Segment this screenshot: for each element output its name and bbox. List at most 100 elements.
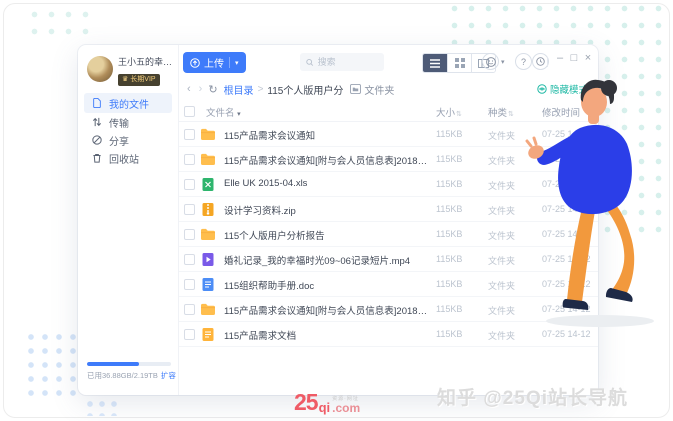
expand-storage-link[interactable]: 扩容	[161, 371, 176, 380]
back-button[interactable]: ‹	[183, 83, 195, 95]
help-icon: ?	[521, 57, 526, 67]
file-kind: 文件夹	[488, 129, 515, 142]
row-checkbox[interactable]	[184, 204, 195, 215]
sidebar: 王小五的幸福生活... ♛长期VIP 我的文件传输分享回收站 已用36.88GB…	[78, 45, 179, 395]
file-type-icon	[200, 127, 216, 142]
sidebar-item-label: 分享	[109, 133, 129, 148]
logo-25: 25	[294, 391, 318, 414]
file-type-icon	[200, 302, 216, 317]
sidebar-item-label: 传输	[109, 115, 129, 130]
minimize-button[interactable]: –	[553, 52, 567, 64]
file-type-icon	[200, 252, 216, 267]
row-checkbox[interactable]	[184, 329, 195, 340]
kind-sort-icon: ⇅	[508, 111, 514, 118]
file-name[interactable]: 设计学习资料.zip	[224, 203, 296, 217]
file-name[interactable]: 115产品需求会议通知[附与会人员信息表]2018.19.15	[224, 153, 429, 167]
column-header-name[interactable]: 文件名 ▾	[206, 105, 241, 119]
dot-pattern-bottom-left	[24, 330, 82, 396]
file-name[interactable]: 婚礼记录_我的幸福时光09~06记录短片.mp4	[224, 253, 410, 267]
sidebar-item-label: 回收站	[109, 151, 139, 166]
row-checkbox[interactable]	[184, 154, 195, 165]
app-window: 王小五的幸福生活... ♛长期VIP 我的文件传输分享回收站 已用36.88GB…	[78, 45, 598, 395]
crown-icon: ♛	[122, 75, 128, 85]
select-all-checkbox[interactable]	[184, 106, 195, 117]
help-button[interactable]: ?	[515, 53, 532, 70]
row-checkbox[interactable]	[184, 254, 195, 265]
size-sort-icon: ⇅	[456, 111, 462, 118]
upload-button[interactable]: 上传 ▾	[183, 52, 246, 73]
user-name: 王小五的幸福生活...	[118, 56, 180, 68]
file-name[interactable]: Elle UK 2015-04.xls	[224, 178, 307, 189]
file-kind: 文件夹	[488, 179, 515, 192]
dot-pattern-bottom-small	[84, 398, 120, 416]
file-size: 115KB	[436, 204, 462, 214]
file-type-icon	[200, 227, 216, 242]
forward-button[interactable]: ›	[195, 83, 207, 95]
sidebar-item-trash[interactable]: 回收站	[84, 150, 172, 167]
file-name[interactable]: 115产品需求文档	[224, 328, 296, 342]
file-size: 115KB	[436, 304, 462, 314]
file-kind: 文件夹	[488, 254, 515, 267]
row-checkbox[interactable]	[184, 279, 195, 290]
transfer-icon	[92, 117, 102, 128]
file-type-icon	[200, 177, 216, 192]
maximize-button[interactable]: □	[567, 52, 581, 64]
upload-caret-icon[interactable]: ▾	[235, 59, 239, 67]
sidebar-item-transfer[interactable]: 传输	[84, 114, 172, 131]
sort-caret-icon: ▾	[237, 111, 241, 118]
row-checkbox[interactable]	[184, 304, 195, 315]
file-kind: 文件夹	[488, 304, 515, 317]
row-checkbox[interactable]	[184, 179, 195, 190]
folder-type-chip: 文件夹	[350, 82, 394, 97]
avatar[interactable]	[87, 56, 113, 82]
sidebar-item-file[interactable]: 我的文件	[84, 93, 172, 113]
upload-label: 上传	[204, 55, 224, 70]
logo-tld: .com	[332, 402, 360, 414]
file-size: 115KB	[436, 129, 462, 139]
close-button[interactable]: ×	[581, 52, 595, 64]
file-kind: 文件夹	[488, 154, 515, 167]
file-size: 115KB	[436, 154, 462, 164]
upload-icon	[190, 58, 200, 68]
breadcrumb-current[interactable]: 115个人版用户分	[267, 82, 343, 97]
share-icon	[92, 135, 102, 146]
account-caret-icon: ▾	[501, 58, 505, 66]
account-menu[interactable]: ▾	[482, 53, 505, 70]
sidebar-item-share[interactable]: 分享	[84, 132, 172, 149]
toolbar-separator	[547, 57, 548, 67]
grid-view-icon	[455, 58, 465, 68]
file-size: 115KB	[436, 254, 462, 264]
file-type-icon	[200, 152, 216, 167]
file-size: 115KB	[436, 329, 462, 339]
search-input[interactable]	[318, 57, 378, 67]
person-illustration	[522, 78, 667, 330]
watermark-credit: 知乎 @25Qi站长导航	[437, 383, 628, 410]
file-type-icon	[200, 277, 216, 292]
sidebar-nav: 我的文件传输分享回收站	[78, 93, 178, 168]
storage-used-label: 已用36.88GB/2.19TB	[87, 371, 158, 380]
account-icon	[482, 53, 499, 70]
file-size: 115KB	[436, 229, 462, 239]
storage-progress	[87, 362, 171, 366]
file-name[interactable]: 115个人版用户分析报告	[224, 228, 325, 242]
file-name[interactable]: 115产品需求会议通知	[224, 128, 315, 142]
clock-icon	[536, 57, 545, 66]
row-checkbox[interactable]	[184, 229, 195, 240]
folder-chip-label: 文件夹	[364, 82, 394, 97]
column-header-kind[interactable]: 种类⇅	[488, 105, 514, 119]
file-size: 115KB	[436, 279, 462, 289]
file-kind: 文件夹	[488, 329, 515, 342]
file-name[interactable]: 115产品需求会议通知[附与会人员信息表]2018.19.15	[224, 303, 429, 317]
user-profile[interactable]: 王小五的幸福生活... ♛长期VIP	[87, 56, 180, 86]
column-header-size[interactable]: 大小⇅	[436, 105, 462, 119]
search-box[interactable]	[300, 53, 384, 71]
refresh-button[interactable]: ↻	[208, 83, 217, 96]
grid-view-button[interactable]	[447, 54, 471, 72]
file-kind: 文件夹	[488, 229, 515, 242]
file-name[interactable]: 115组织帮助手册.doc	[224, 278, 314, 292]
list-view-button[interactable]	[423, 54, 447, 72]
row-checkbox[interactable]	[184, 129, 195, 140]
breadcrumb-root[interactable]: 根目录	[224, 82, 254, 97]
logo-qi: qi	[319, 401, 331, 414]
vip-badge: ♛长期VIP	[118, 74, 160, 86]
